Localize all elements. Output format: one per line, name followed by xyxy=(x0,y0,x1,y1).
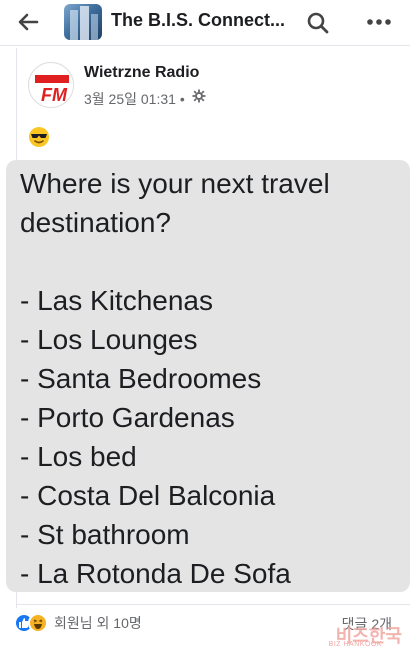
post-line: - Los bed xyxy=(20,441,137,472)
more-dots-icon xyxy=(367,19,391,25)
haha-reaction-icon xyxy=(28,613,48,633)
post-text: Where is your next travel destination? -… xyxy=(20,164,406,593)
search-icon xyxy=(307,12,329,34)
svg-text:FM: FM xyxy=(41,85,68,105)
group-avatar[interactable] xyxy=(64,4,102,40)
post-line: - Porto Gardenas xyxy=(20,402,235,433)
reaction-count: 회원님 외 10명 xyxy=(54,615,142,631)
back-button[interactable] xyxy=(12,8,44,36)
reactions-summary[interactable]: 회원님 외 10명 xyxy=(14,612,142,634)
group-title[interactable]: The B.I.S. Connect... xyxy=(111,10,296,31)
sunglasses-emoji-icon xyxy=(28,126,50,148)
post-line: - Costa Del Balconia xyxy=(20,480,276,511)
divider xyxy=(16,604,410,605)
post-line: - Los Lounges xyxy=(20,324,198,355)
top-bar: The B.I.S. Connect... xyxy=(0,0,410,46)
post-timestamp[interactable]: 3월 25일 01:31 • xyxy=(84,89,185,109)
post-line: - La Rotonda De Sofa xyxy=(20,558,291,589)
post-line: Where is your next travel xyxy=(20,168,330,199)
post-line: destination? xyxy=(20,207,172,238)
watermark-subtitle: BIZ HANKOOK xyxy=(328,641,382,648)
post-line xyxy=(20,242,406,281)
more-options-button[interactable] xyxy=(362,8,396,36)
post-line: - Santa Bedroomes xyxy=(20,363,262,394)
search-button[interactable] xyxy=(302,7,334,39)
page-avatar[interactable]: FM xyxy=(28,62,74,108)
post-line: - St bathroom xyxy=(20,519,190,550)
post-line: - Las Kitchenas xyxy=(20,285,213,316)
page-name[interactable]: Wietrzne Radio xyxy=(84,64,199,82)
radio-logo-icon: FM xyxy=(30,64,73,107)
gear-icon xyxy=(192,89,206,103)
back-arrow-icon xyxy=(18,13,39,31)
